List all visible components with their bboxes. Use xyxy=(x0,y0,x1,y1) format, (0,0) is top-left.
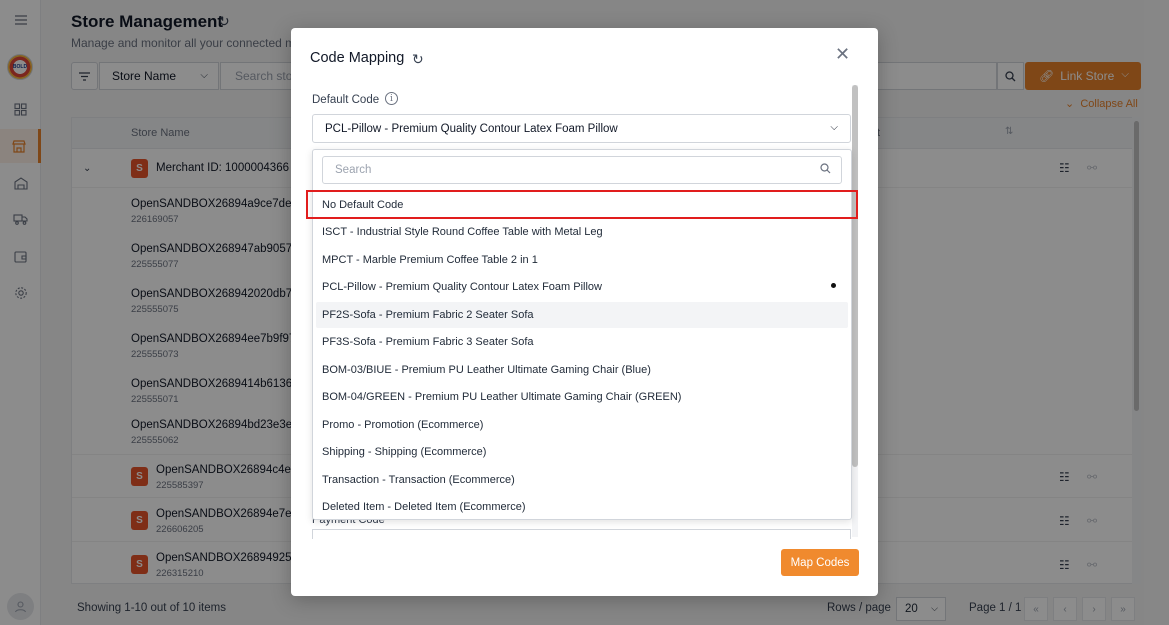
modal-scrollbar[interactable] xyxy=(852,85,858,537)
dropdown-option[interactable]: MPCT - Marble Premium Coffee Table 2 in … xyxy=(316,247,848,273)
payment-code-select[interactable] xyxy=(312,529,851,539)
refresh-icon[interactable]: ↻ xyxy=(412,51,424,68)
dropdown-option[interactable]: BOM-04/GREEN - Premium PU Leather Ultima… xyxy=(316,384,848,410)
default-code-value: PCL-Pillow - Premium Quality Contour Lat… xyxy=(325,122,618,135)
dropdown-option[interactable]: Transaction - Transaction (Ecommerce) xyxy=(316,467,848,493)
default-code-label: Default Code xyxy=(312,94,380,106)
highlight-annotation xyxy=(306,190,858,219)
dropdown-option[interactable]: Promo - Promotion (Ecommerce) xyxy=(316,412,848,438)
default-code-select[interactable]: PCL-Pillow - Premium Quality Contour Lat… xyxy=(312,114,851,143)
dropdown-option[interactable]: ISCT - Industrial Style Round Coffee Tab… xyxy=(316,219,848,245)
search-icon xyxy=(820,163,831,177)
chevron-down-icon: ⌵ xyxy=(830,122,838,133)
dropdown-option[interactable]: PF2S-Sofa - Premium Fabric 2 Seater Sofa xyxy=(316,302,848,328)
modal-title: Code Mapping xyxy=(310,50,405,66)
selected-dot-icon xyxy=(831,283,836,288)
dropdown-option[interactable]: BOM-03/BIUE - Premium PU Leather Ultimat… xyxy=(316,357,848,383)
info-icon[interactable]: i xyxy=(385,92,398,105)
dropdown-option[interactable]: Shipping - Shipping (Ecommerce) xyxy=(316,439,848,465)
dropdown-option[interactable]: Deleted Item - Deleted Item (Ecommerce) xyxy=(316,494,848,520)
map-codes-button[interactable]: Map Codes xyxy=(781,549,859,576)
search-placeholder: Search xyxy=(335,164,372,176)
option-label: PCL-Pillow - Premium Quality Contour Lat… xyxy=(322,281,602,293)
close-icon[interactable]: ✕ xyxy=(835,44,850,65)
dropdown-search-input[interactable]: Search xyxy=(322,156,842,184)
dropdown-option-selected[interactable]: PCL-Pillow - Premium Quality Contour Lat… xyxy=(316,274,848,300)
dropdown-option[interactable]: PF3S-Sofa - Premium Fabric 3 Seater Sofa xyxy=(316,329,848,355)
